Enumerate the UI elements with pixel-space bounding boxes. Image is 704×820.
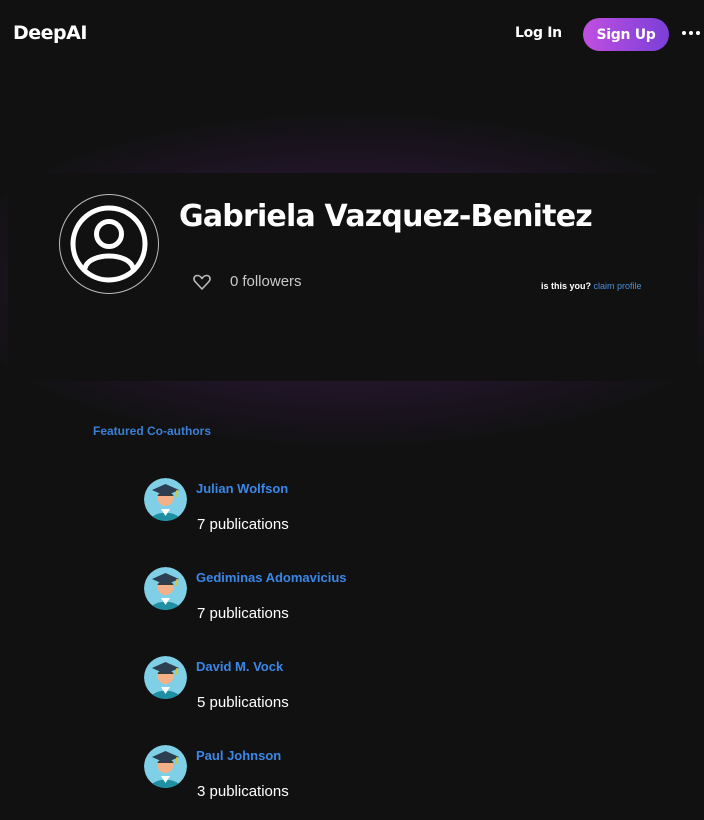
graduate-avatar-icon[interactable] bbox=[144, 656, 187, 699]
followers-number: 0 bbox=[230, 273, 239, 290]
coauthor-publications: 7 publications bbox=[197, 605, 289, 622]
graduate-avatar-icon[interactable] bbox=[144, 745, 187, 788]
coauthor-item: David M. Vock 5 publications bbox=[144, 656, 544, 726]
graduate-avatar-icon[interactable] bbox=[144, 478, 187, 521]
coauthor-item: Julian Wolfson 7 publications bbox=[144, 478, 544, 548]
deepai-logo[interactable]: DeepAI bbox=[13, 22, 87, 44]
graduate-avatar-icon[interactable] bbox=[144, 567, 187, 610]
user-circle-icon bbox=[59, 194, 159, 294]
coauthor-item: Gediminas Adomavicius 7 publications bbox=[144, 567, 544, 637]
profile-name: Gabriela Vazquez-Benitez bbox=[179, 199, 593, 234]
claim-question: is this you? bbox=[541, 281, 592, 291]
coauthor-name[interactable]: Gediminas Adomavicius bbox=[196, 570, 347, 585]
profile-card: Gabriela Vazquez-Benitez 0 followers is t… bbox=[8, 173, 698, 381]
featured-coauthors-heading: Featured Co-authors bbox=[93, 424, 212, 438]
more-dots-icon[interactable] bbox=[682, 30, 700, 36]
coauthor-publications: 7 publications bbox=[197, 516, 289, 533]
coauthor-publications: 5 publications bbox=[197, 694, 289, 711]
claim-profile-prompt: is this you? claim profile bbox=[541, 281, 642, 291]
followers-count: 0 followers bbox=[230, 273, 302, 290]
top-navbar: DeepAI Log In Sign Up bbox=[0, 0, 704, 68]
signup-button[interactable]: Sign Up bbox=[583, 18, 669, 51]
login-button[interactable]: Log In bbox=[515, 25, 562, 41]
claim-profile-link[interactable]: claim profile bbox=[594, 281, 642, 291]
coauthor-name[interactable]: Julian Wolfson bbox=[196, 481, 288, 496]
coauthor-item: Paul Johnson 3 publications bbox=[144, 745, 544, 815]
followers-label: followers bbox=[242, 273, 302, 290]
coauthor-publications: 3 publications bbox=[197, 783, 289, 800]
coauthor-name[interactable]: David M. Vock bbox=[196, 659, 283, 674]
coauthor-name[interactable]: Paul Johnson bbox=[196, 748, 281, 763]
heart-icon[interactable] bbox=[192, 272, 212, 292]
